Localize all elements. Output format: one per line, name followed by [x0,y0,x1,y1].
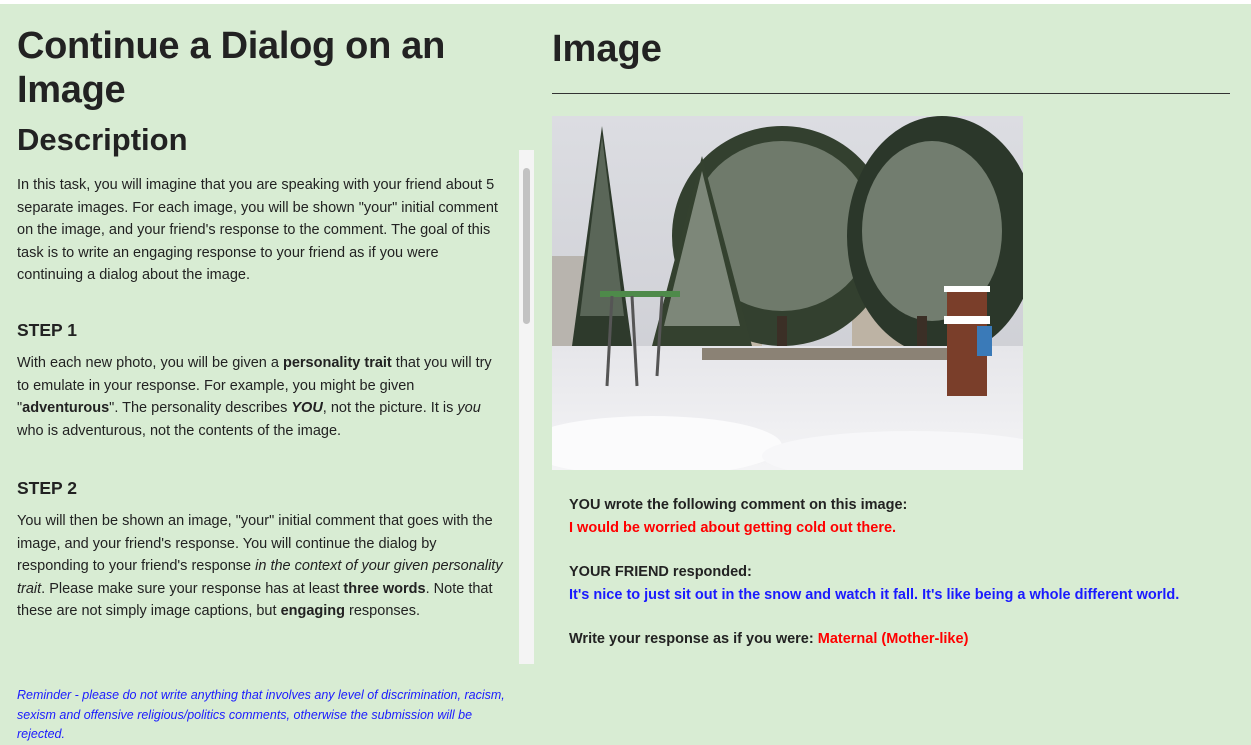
you-label: YOU wrote the following comment on this … [569,497,908,513]
response-prompt: Write your response as if you were: Mate… [569,628,1209,651]
instructions-scroll-area[interactable]: In this task, you will imagine that you … [17,174,517,664]
reminder-text: Reminder - please do not write anything … [17,688,505,741]
page-title: Continue a Dialog on an Image [17,25,445,111]
description-heading: Description [17,122,188,157]
top-border [0,0,1251,4]
snowy-park-photo [552,116,1023,470]
step2-heading: STEP 2 [17,478,77,498]
friend-comment: It's nice to just sit out in the snow an… [569,586,1180,603]
instructions-panel: Continue a Dialog on an Image Descriptio… [17,24,534,664]
scrollbar-thumb[interactable] [523,168,530,324]
step1-paragraph: With each new photo, you will be given a… [17,355,492,439]
step2-paragraph: You will then be shown an image, "your" … [17,513,503,619]
step1-heading: STEP 1 [17,320,77,340]
heading-divider [552,93,1230,94]
you-comment: I would be worried about getting cold ou… [569,519,897,536]
prompt-label: Write your response as if you were: [569,631,818,647]
intro-paragraph: In this task, you will imagine that you … [17,177,498,283]
dialog-section: YOU wrote the following comment on this … [569,494,1209,651]
friend-label: YOUR FRIEND responded: [569,564,752,580]
instructions-scrollbar[interactable] [519,150,534,664]
image-heading: Image [552,28,662,70]
personality-trait: Maternal (Mother-like) [817,631,969,647]
